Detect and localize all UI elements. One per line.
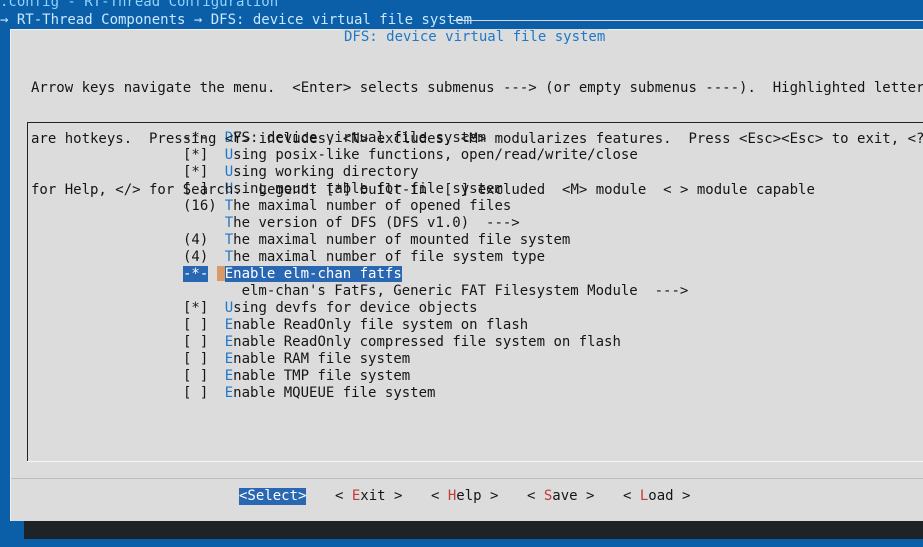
menu-item[interactable]: (4) The maximal number of file system ty… (183, 249, 545, 266)
window-title: .config - RT-Thread Configuration (0, 0, 279, 10)
menu-item-hotkey: E (224, 351, 234, 367)
menu-item-text: he maximal number of mounted file system (233, 232, 571, 248)
instructions-line: for Help, </> for Search. Legend: [*] bu… (31, 182, 815, 198)
menu-item-label: Enable RAM file system (225, 351, 410, 367)
menu-item-hotkey: E (224, 266, 234, 282)
menu-item-pad (208, 266, 216, 282)
menu-item-spacer (216, 266, 225, 281)
menu-item-label: Enable ReadOnly file system on flash (225, 317, 528, 333)
breadcrumb-rule (453, 20, 923, 21)
menu-item-pad (208, 385, 216, 401)
menu-item[interactable]: [ ] Enable MQUEUE file system (183, 385, 435, 402)
dialog-shadow (24, 521, 923, 539)
menu-item-label: Enable TMP file system (225, 368, 410, 384)
menu-item-text: nable ReadOnly file system on flash (233, 317, 529, 333)
menu-item-label: Enable ReadOnly compressed file system o… (225, 334, 621, 350)
instructions-line: Arrow keys navigate the menu. <Enter> se… (31, 80, 923, 96)
menu-item-label: The version of DFS (DFS v1.0) ---> (225, 215, 520, 231)
menu-item-pad (208, 249, 216, 265)
menu-item-hotkey: E (224, 334, 234, 350)
menu-item-label: Using devfs for device objects (225, 300, 478, 316)
menu-item-spacer (217, 317, 225, 332)
select-button[interactable]: <Select> (239, 488, 307, 505)
menu-item-label: Enable MQUEUE file system (225, 385, 436, 401)
menu-item-pad (208, 232, 216, 248)
save-button-rest: ave > (552, 488, 595, 504)
menu-item-text: nable MQUEUE file system (233, 385, 436, 401)
menu-item-hotkey: T (224, 249, 234, 265)
menu-item-hotkey: E (224, 385, 234, 401)
menu-item-spacer (217, 232, 225, 247)
menu-item-text: elm-chan's FatFs, Generic FAT Filesystem… (241, 283, 689, 299)
menu-item-hotkey: T (224, 232, 234, 248)
menu-item[interactable]: [*] Using devfs for device objects (183, 300, 478, 317)
menu-item-text: nable elm-chan fatfs (233, 266, 402, 282)
instructions-line: are hotkeys. Pressing <Y> includes, <N> … (31, 131, 923, 147)
menu-item-pad (208, 334, 216, 350)
button-divider (11, 478, 923, 479)
menu-item-label: The maximal number of mounted file syste… (225, 232, 571, 248)
menu-item[interactable]: [ ] Enable TMP file system (183, 368, 410, 385)
menu-item-label: elm-chan's FatFs, Generic FAT Filesystem… (225, 283, 689, 299)
menu-item-text: nable ReadOnly compressed file system on… (233, 334, 621, 350)
menu-item-text: nable TMP file system (233, 368, 411, 384)
menu-item-prefix: [ ] (183, 368, 209, 384)
menu-item-pad (183, 215, 217, 231)
menu-item-hotkey: T (224, 215, 234, 231)
menu-item-prefix: [*] (183, 300, 209, 316)
menu-item-text: he maximal number of file system type (233, 249, 546, 265)
menu-item-pad (208, 351, 216, 367)
menu-item-prefix: -*- (183, 266, 209, 282)
menu-item-prefix: (4) (183, 249, 209, 265)
menu-item-text: nable RAM file system (233, 351, 411, 367)
menu-item-pad (208, 317, 216, 333)
menu-item[interactable]: The version of DFS (DFS v1.0) ---> (183, 215, 520, 232)
menu-item-spacer (217, 283, 225, 298)
menu-item-text: he version of DFS (DFS v1.0) ---> (233, 215, 520, 231)
menu-item-hotkey: E (224, 317, 234, 333)
menu-item-spacer (217, 368, 225, 383)
menu-item-prefix: (4) (183, 232, 209, 248)
menu-box-bottom-border (27, 461, 923, 462)
menu-item-spacer (217, 215, 225, 230)
menu-item-prefix: [ ] (183, 351, 209, 367)
menu-item-prefix: [ ] (183, 317, 209, 333)
menu-item-label: Enable elm-chan fatfs (224, 266, 402, 282)
menu-item-hotkey: U (224, 300, 234, 316)
menu-item-indent (225, 283, 242, 299)
help-button-left: < (431, 488, 448, 504)
load-button-rest: oad > (648, 488, 691, 504)
dialog-title: DFS: device virtual file system (341, 29, 609, 46)
menu-item[interactable]: -*- Enable elm-chan fatfs (183, 266, 402, 283)
menu-item-pad (208, 300, 216, 316)
load-button[interactable]: < Load > (623, 488, 690, 505)
menu-item-text: sing devfs for device objects (233, 300, 478, 316)
help-button-rest: elp > (456, 488, 499, 504)
menu-item-label: The maximal number of file system type (225, 249, 545, 265)
load-button-left: < (623, 488, 640, 504)
exit-button[interactable]: < Exit > (335, 488, 402, 505)
menu-item-pad (208, 368, 216, 384)
menu-item-spacer (217, 351, 225, 366)
exit-button-left: < (335, 488, 352, 504)
menu-item-hotkey: E (224, 368, 234, 384)
menu-item-spacer (217, 249, 225, 264)
help-instructions: Arrow keys navigate the menu. <Enter> se… (31, 46, 923, 216)
menu-item[interactable]: (4) The maximal number of mounted file s… (183, 232, 570, 249)
save-button-left: < (527, 488, 544, 504)
save-button[interactable]: < Save > (527, 488, 594, 505)
menu-item-prefix: [ ] (183, 385, 209, 401)
menu-item[interactable]: [ ] Enable ReadOnly compressed file syst… (183, 334, 621, 351)
exit-button-rest: xit > (360, 488, 403, 504)
menu-item-spacer (217, 334, 225, 349)
menu-item-spacer (217, 300, 225, 315)
menu-item-pad (183, 283, 217, 299)
menu-item[interactable]: elm-chan's FatFs, Generic FAT Filesystem… (183, 283, 689, 300)
menu-item-spacer (217, 385, 225, 400)
menu-item[interactable]: [ ] Enable RAM file system (183, 351, 410, 368)
help-button[interactable]: < Help > (431, 488, 498, 505)
menu-item[interactable]: [ ] Enable ReadOnly file system on flash (183, 317, 528, 334)
menu-item-prefix: [ ] (183, 334, 209, 350)
